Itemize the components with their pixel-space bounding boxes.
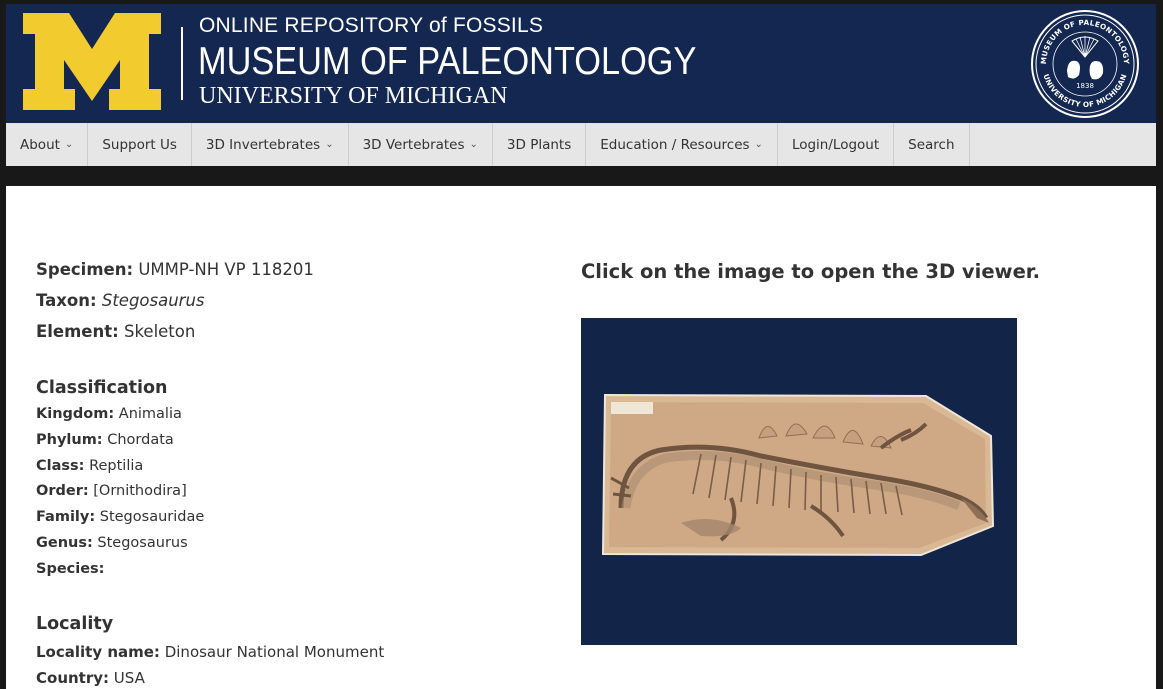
site-title[interactable]: MUSEUM OF PALEONTOLOGY xyxy=(198,39,696,85)
specimen-value: UMMP-NH VP 118201 xyxy=(138,260,314,279)
stegosaurus-fossil-image[interactable] xyxy=(581,318,1017,645)
classification-value: Stegosaurus xyxy=(97,535,188,551)
classification-value: Animalia xyxy=(118,406,182,422)
taxon-value: Stegosaurus xyxy=(101,291,205,310)
classification-value: Stegosauridae xyxy=(99,509,205,525)
classification-row: Class: Reptilia xyxy=(36,458,143,474)
taxon-label: Taxon: xyxy=(36,291,97,310)
specimen-row: Specimen: UMMP-NH VP 118201 xyxy=(36,260,314,279)
seal-year: 1838 xyxy=(1076,82,1094,90)
classification-row: Family: Stegosauridae xyxy=(36,509,204,525)
site-header: ONLINE REPOSITORY of FOSSILS MUSEUM OF P… xyxy=(6,4,1156,123)
main-content: Specimen: UMMP-NH VP 118201 Taxon: Stego… xyxy=(6,186,1156,689)
locality-value: USA xyxy=(113,669,145,687)
classification-row: Species: xyxy=(36,561,105,577)
university-name: UNIVERSITY OF MICHIGAN xyxy=(199,83,508,109)
nav-item-search[interactable]: Search xyxy=(894,123,970,166)
specimen-label: Specimen: xyxy=(36,260,134,279)
element-value: Skeleton xyxy=(123,322,196,341)
classification-row: Kingdom: Animalia xyxy=(36,406,182,422)
nav-item-login-logout[interactable]: Login/Logout xyxy=(778,123,895,166)
main-nav: About ⌄ Support Us 3D Invertebrates ⌄ 3D Vert… xyxy=(6,123,1156,166)
nav-item-label: 3D Invertebrates xyxy=(205,136,321,153)
classification-label: Class: xyxy=(36,458,85,474)
nav-item-label: Support Us xyxy=(102,136,177,153)
specimen-3d-thumbnail[interactable] xyxy=(581,318,1017,645)
classification-value: [Ornithodira] xyxy=(93,483,187,499)
nav-item-label: About xyxy=(20,136,60,153)
classification-label: Order: xyxy=(36,483,89,499)
classification-row: Genus: Stegosaurus xyxy=(36,535,188,551)
nav-item-label: Search xyxy=(908,136,955,153)
nav-item-3d-plants[interactable]: 3D Plants xyxy=(493,123,587,166)
element-row: Element: Skeleton xyxy=(36,322,195,341)
nav-item-education-resources[interactable]: Education / Resources ⌄ xyxy=(586,123,778,166)
nav-item-label: 3D Vertebrates xyxy=(362,136,465,153)
element-label: Element: xyxy=(36,322,119,341)
nav-item-label: Login/Logout xyxy=(791,136,880,153)
chevron-down-icon: ⌄ xyxy=(469,139,478,150)
classification-value: Chordata xyxy=(107,432,174,448)
viewer-prompt: Click on the image to open the 3D viewer… xyxy=(581,260,1041,283)
classification-value: Reptilia xyxy=(89,458,144,474)
classification-label: Species: xyxy=(36,561,105,577)
classification-row: Phylum: Chordata xyxy=(36,432,174,448)
nav-item-label: Education / Resources xyxy=(600,136,750,153)
chevron-down-icon: ⌄ xyxy=(754,139,763,150)
header-divider xyxy=(181,27,183,100)
chevron-down-icon: ⌄ xyxy=(325,139,334,150)
header-subtitle: ONLINE REPOSITORY of FOSSILS xyxy=(199,14,544,37)
nav-item-support-us[interactable]: Support Us xyxy=(88,123,192,166)
chevron-down-icon: ⌄ xyxy=(64,139,74,150)
taxon-row: Taxon: Stegosaurus xyxy=(36,291,205,310)
classification-label: Family: xyxy=(36,509,96,525)
classification-row: Order: [Ornithodira] xyxy=(36,483,187,499)
locality-row: Locality name: Dinosaur National Monumen… xyxy=(36,643,384,661)
locality-label: Country: xyxy=(36,669,110,687)
nav-item-3d-invertebrates[interactable]: 3D Invertebrates ⌄ xyxy=(192,123,349,166)
classification-label: Genus: xyxy=(36,535,93,551)
block-m-logo[interactable] xyxy=(23,13,161,110)
nav-item-about[interactable]: About ⌄ xyxy=(6,123,89,166)
locality-value: Dinosaur National Monument xyxy=(164,643,385,661)
classification-heading: Classification xyxy=(36,378,168,398)
locality-heading: Locality xyxy=(36,614,114,634)
museum-seal-logo: MUSEUM OF PALEONTOLOGY UNIVERSITY OF MIC… xyxy=(1031,10,1139,118)
nav-item-label: 3D Plants xyxy=(506,136,572,153)
nav-item-3d-vertebrates[interactable]: 3D Vertebrates ⌄ xyxy=(349,123,493,166)
classification-label: Kingdom: xyxy=(36,406,115,422)
locality-row: Country: USA xyxy=(36,669,145,687)
classification-label: Phylum: xyxy=(36,432,103,448)
locality-label: Locality name: xyxy=(36,643,160,661)
